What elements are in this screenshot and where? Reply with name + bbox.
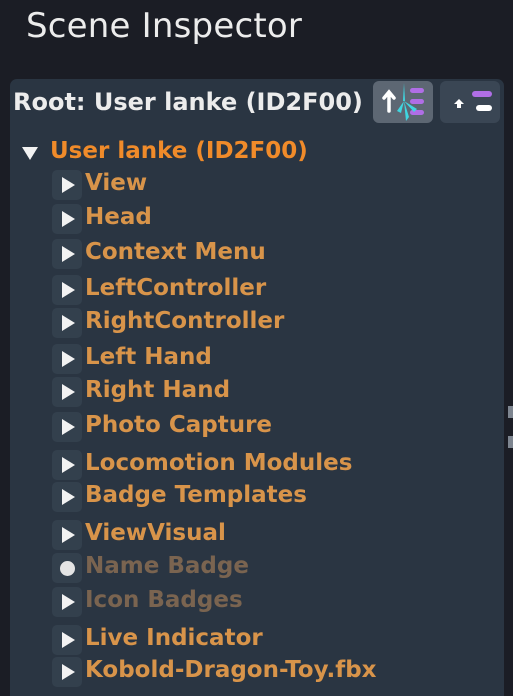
expand-arrow-right-icon [62,211,75,227]
expand-arrow-right-icon [62,351,75,367]
tree-item[interactable]: ViewVisual [0,520,440,550]
go-up-button[interactable] [440,81,500,123]
tree-item[interactable]: Name Badge [0,553,440,583]
scene-inspector-window: Scene Inspector Root: User lanke (ID2F00… [0,0,513,696]
expand-button[interactable] [52,170,82,200]
tree-item-label: Live Indicator [85,625,263,651]
expand-button[interactable] [52,625,82,655]
tree-item-label: Locomotion Modules [85,450,353,476]
expand-button[interactable] [52,482,82,512]
tree-item-label: Badge Templates [85,482,307,508]
scrollbar-lower[interactable] [508,436,513,448]
tree-item[interactable]: Kobold-Dragon-Toy.fbx [0,657,440,687]
arrow-up-with-children-icon [382,83,424,121]
expand-arrow-right-icon [62,527,75,543]
tree-item-label: Right Hand [85,377,231,403]
expand-button[interactable] [52,239,82,269]
expand-button[interactable] [52,308,82,338]
tree-item-label: Head [85,204,152,230]
expand-arrow-right-icon [62,489,75,505]
tree-item[interactable]: Right Hand [0,377,440,407]
tree-item[interactable]: Left Hand [0,344,440,374]
tree-root-item[interactable]: User lanke (ID2F00) [0,138,330,168]
leaf-dot-icon [52,553,82,583]
tree-item[interactable]: Photo Capture [0,412,440,442]
tree-item[interactable]: Context Menu [0,239,440,269]
tree-item[interactable]: Badge Templates [0,482,440,512]
tree-item-label: Photo Capture [85,412,273,438]
expand-arrow-right-icon [62,282,75,298]
tree-item[interactable]: View [0,170,440,200]
expand-arrow-down-icon[interactable] [22,147,38,160]
expand-button[interactable] [52,657,82,687]
root-bar: Root: User lanke (ID2F00) [13,80,363,124]
expand-arrow-right-icon [62,246,75,262]
expand-arrow-right-icon [62,632,75,648]
tree-item[interactable]: Head [0,204,440,234]
expand-button[interactable] [52,587,82,617]
window-title: Scene Inspector [26,6,303,46]
tree-item[interactable]: LeftController [0,275,440,305]
expand-arrow-right-icon [62,664,75,680]
tree-item-label: Context Menu [85,239,266,265]
tree-item-label: Icon Badges [85,587,243,613]
expand-button[interactable] [52,275,82,305]
tree-item[interactable]: Icon Badges [0,587,440,617]
set-root-button[interactable] [373,81,433,123]
expand-arrow-right-icon [62,594,75,610]
tree-item-label: Name Badge [85,553,249,579]
expand-button[interactable] [52,377,82,407]
expand-button[interactable] [52,412,82,442]
root-label: Root: User lanke (ID2F00) [13,88,363,116]
expand-button[interactable] [52,450,82,480]
tree-item-label: ViewVisual [85,520,226,546]
tree-item-label: Kobold-Dragon-Toy.fbx [85,657,377,683]
tree-item-label: RightController [85,308,285,334]
scrollbar[interactable] [508,406,513,418]
expand-arrow-right-icon [62,315,75,331]
tree-item-label: LeftController [85,275,267,301]
expand-button[interactable] [52,520,82,550]
expand-button[interactable] [52,344,82,374]
tree-item-label: Left Hand [85,344,212,370]
expand-arrow-right-icon [62,384,75,400]
expand-arrow-right-icon [62,177,75,193]
dot-icon [59,560,75,576]
expand-arrow-right-icon [62,457,75,473]
expand-arrow-right-icon [62,419,75,435]
tree-item-label: View [85,170,148,196]
tree-item[interactable]: Locomotion Modules [0,450,440,480]
expand-button[interactable] [52,204,82,234]
arrow-up-icon [454,91,492,111]
tree-root-label: User lanke (ID2F00) [50,138,308,164]
tree-item[interactable]: Live Indicator [0,625,440,655]
tree-item[interactable]: RightController [0,308,440,338]
